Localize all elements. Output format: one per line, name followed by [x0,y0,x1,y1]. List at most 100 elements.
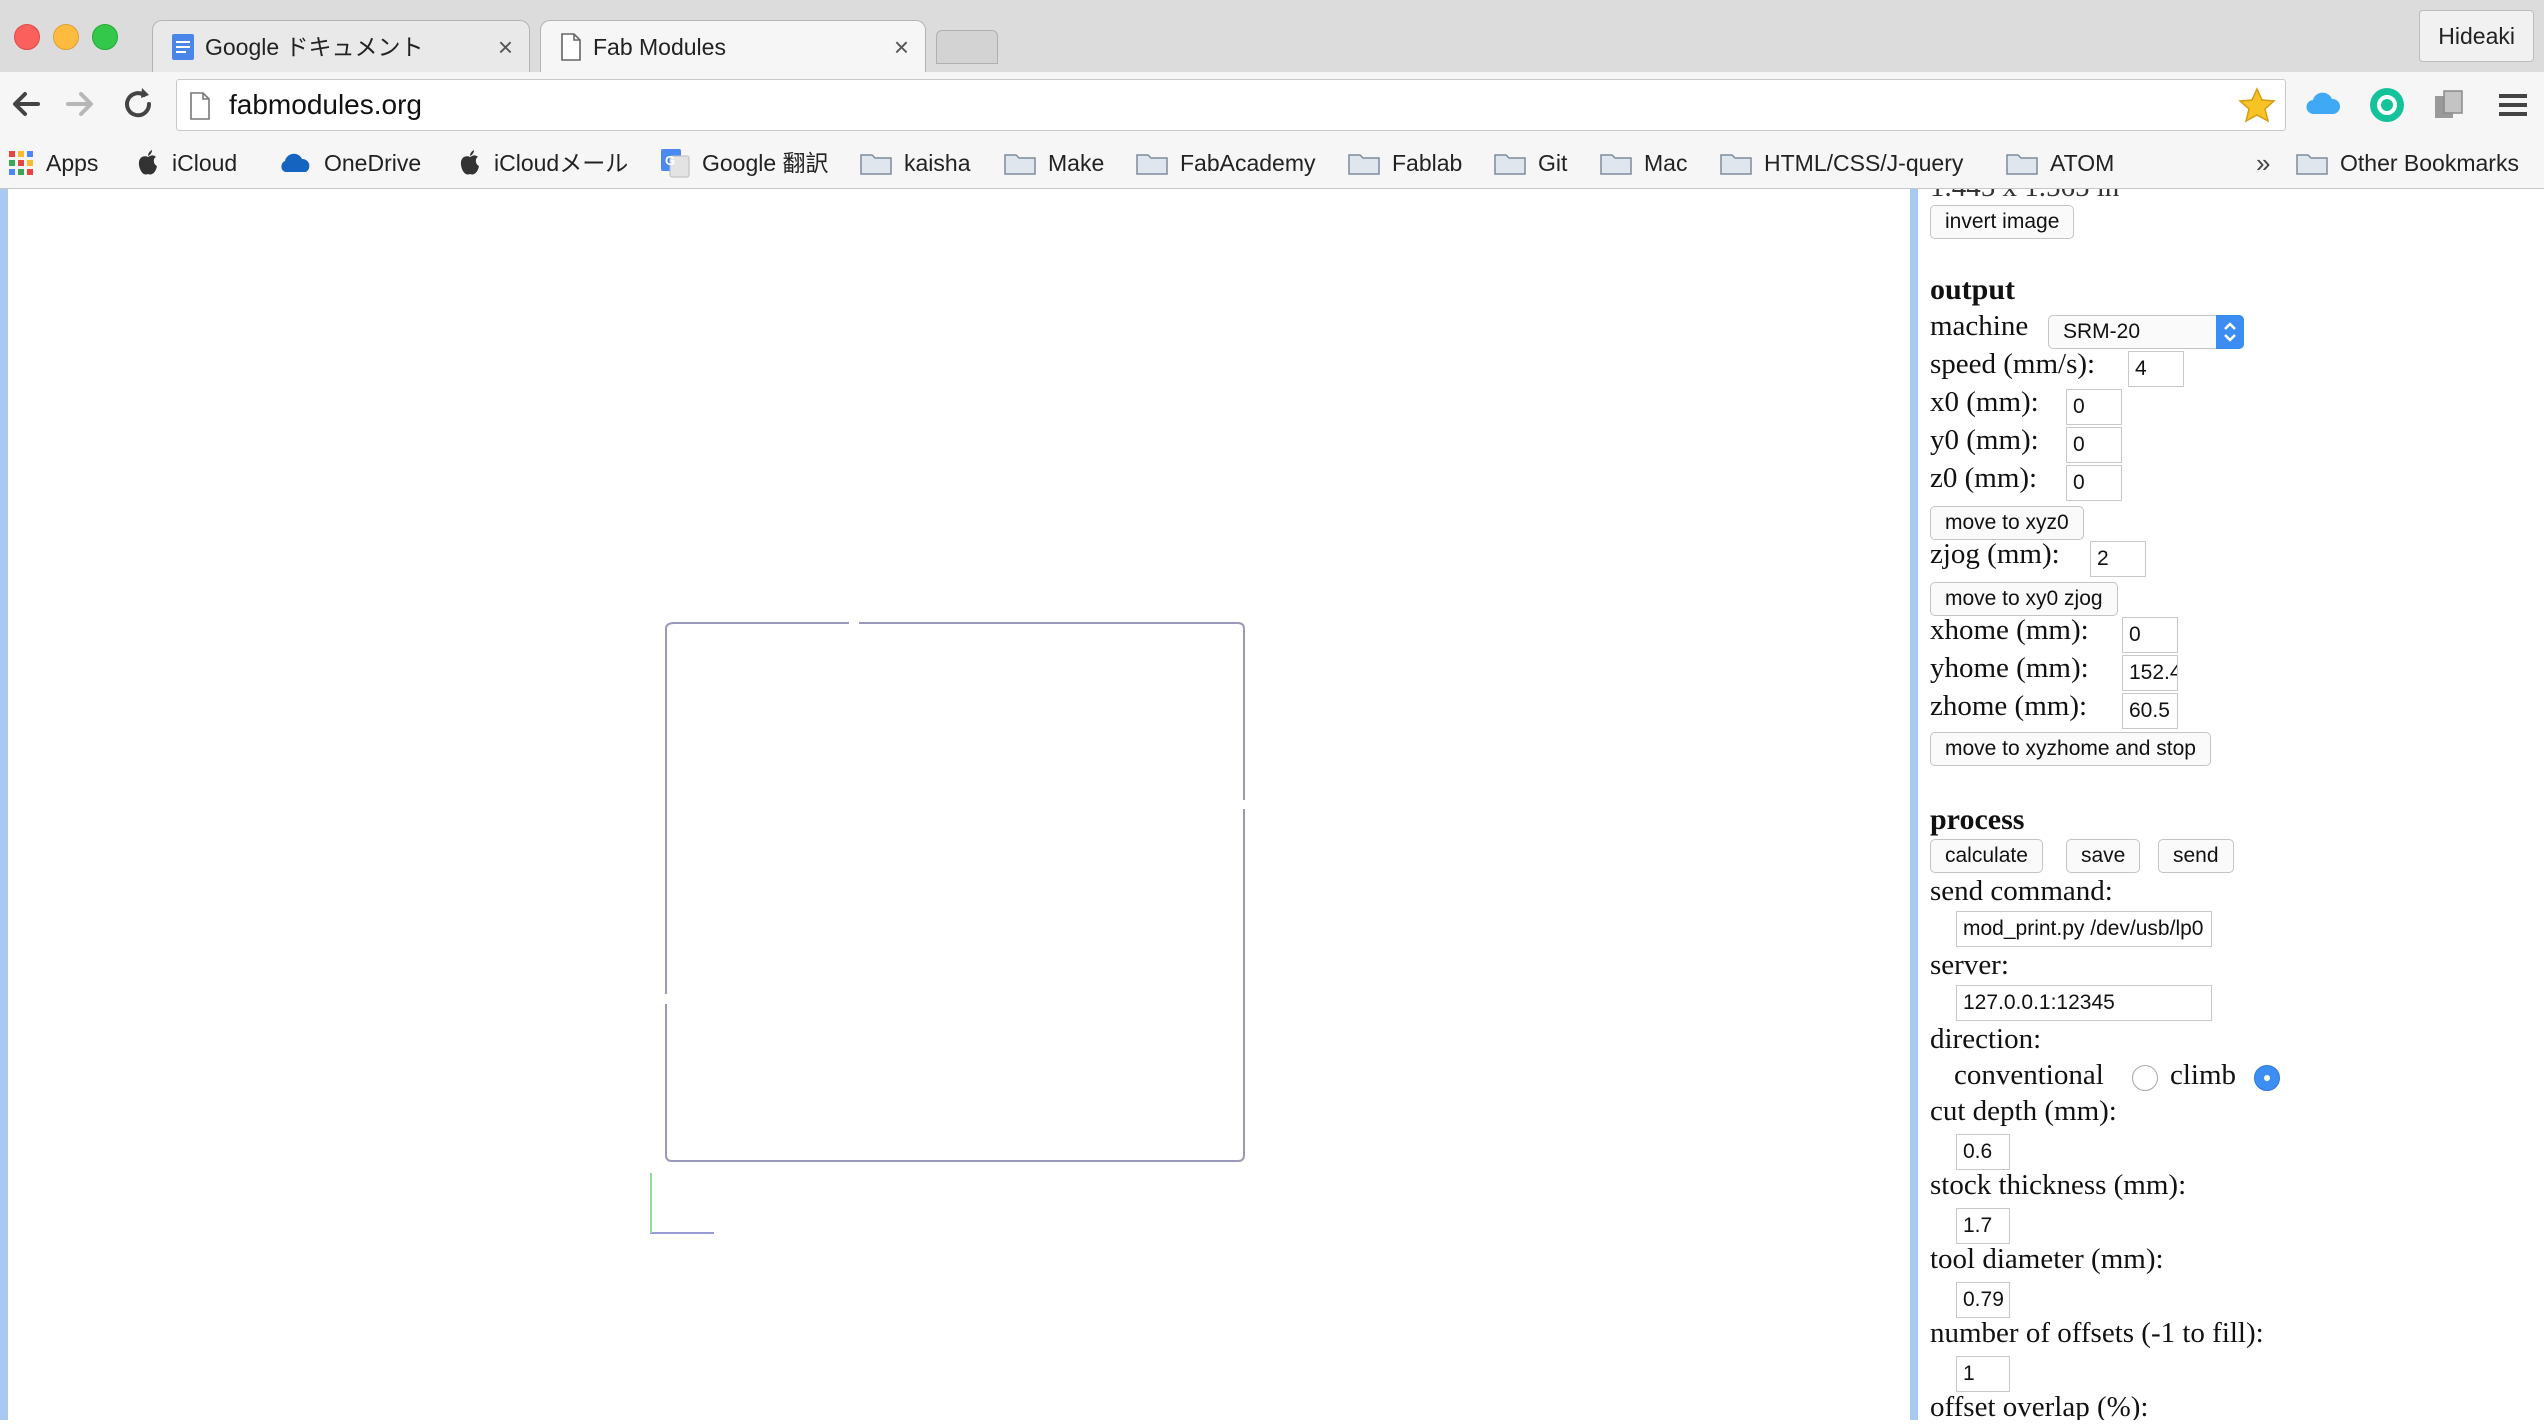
bookmark-label: OneDrive [324,150,422,176]
folder-icon [1136,154,1168,175]
address-bar[interactable]: fabmodules.org [176,79,2286,131]
tool-diameter-field[interactable]: 0.79 [1956,1282,2010,1318]
image-size-text: 1.445 x 1.565 in [1930,189,2119,204]
apple-icon [460,149,479,175]
bookmark-google-translate[interactable]: G Google 翻訳 [660,138,829,188]
origin-axes [650,1173,714,1234]
folder-icon [2006,154,2038,175]
y0-field[interactable]: 0 [2066,427,2122,463]
conventional-label: conventional [1954,1059,2104,1091]
tab-fab-modules[interactable]: Fab Modules × [540,20,926,73]
yhome-field[interactable]: 152.4 [2122,655,2178,691]
tab-google-docs[interactable]: Google ドキュメント × [152,20,530,72]
bookmark-onedrive[interactable]: OneDrive [278,138,421,188]
zhome-field[interactable]: 60.5 [2122,693,2178,729]
offset-overlap-label: offset overlap (%): [1930,1391,2149,1420]
conventional-radio[interactable] [2132,1065,2158,1091]
send-command-field[interactable]: mod_print.py /dev/usb/lp0 [1956,911,2212,947]
bookmark-folder-kaisha[interactable]: kaisha [860,138,970,188]
output-heading: output [1930,273,2016,306]
extension-icon[interactable] [2430,86,2468,124]
google-docs-icon [172,34,194,60]
calculate-button[interactable]: calculate [1930,839,2043,873]
tab-label: Fab Modules [593,34,726,60]
folder-icon [1348,154,1380,175]
x0-label: x0 (mm): [1930,386,2039,418]
y0-label: y0 (mm): [1930,424,2039,456]
bookmark-label: kaisha [904,150,971,176]
tab-close-icon[interactable]: × [498,21,513,73]
speed-field[interactable]: 4 [2128,351,2184,387]
tab-close-icon[interactable]: × [894,21,909,73]
move-to-xyzhome-button[interactable]: move to xyzhome and stop [1930,732,2211,766]
yhome-label: yhome (mm): [1930,652,2089,684]
bookmarks-bar: Apps iCloud OneDrive iCloudメール G Google … [0,138,2544,189]
zhome-label: zhome (mm): [1930,690,2088,722]
bookmark-folder-fabacademy[interactable]: FabAcademy [1136,138,1316,188]
bookmark-label: Other Bookmarks [2340,150,2519,176]
bookmark-icloud-mail[interactable]: iCloudメール [458,138,628,188]
left-edge [0,189,8,1420]
new-tab-button[interactable] [936,30,998,64]
browser-toolbar: fabmodules.org [0,72,2544,138]
bookmark-folder-atom[interactable]: ATOM [2006,138,2114,188]
bookmark-label: Google 翻訳 [702,150,829,176]
bookmark-folder-mac[interactable]: Mac [1600,138,1687,188]
bookmark-folder-html-css-jquery[interactable]: HTML/CSS/J-query [1720,138,1963,188]
bookmark-folder-fablab[interactable]: Fablab [1348,138,1462,188]
bookmarks-overflow-button[interactable]: » [2256,138,2270,188]
direction-label: direction: [1930,1023,2042,1055]
bookmark-folder-make[interactable]: Make [1004,138,1104,188]
forward-icon[interactable] [60,84,100,124]
folder-icon [2296,154,2328,175]
onedrive-icon [281,153,310,172]
panel-divider[interactable] [1910,189,1918,1420]
server-field[interactable]: 127.0.0.1:12345 [1956,985,2212,1021]
reload-icon[interactable] [118,84,158,124]
toolpath-canvas[interactable] [0,189,1910,1420]
bookmark-star-icon[interactable] [2237,86,2277,126]
invert-image-button[interactable]: invert image [1930,205,2075,239]
menu-icon[interactable] [2494,86,2532,124]
board-outline [665,622,1245,1162]
machine-label: machine [1930,310,2029,342]
url-text: fabmodules.org [229,89,423,120]
send-button[interactable]: send [2158,839,2234,873]
z0-label: z0 (mm): [1930,462,2038,494]
cut-depth-label: cut depth (mm): [1930,1095,2117,1127]
machine-select-value: SRM-20 [2063,320,2141,343]
xhome-label: xhome (mm): [1930,614,2089,646]
offsets-label: number of offsets (-1 to fill): [1930,1317,2264,1349]
climb-radio[interactable] [2254,1065,2280,1091]
zjog-label: zjog (mm): [1930,538,2060,570]
bookmark-label: Fablab [1392,150,1463,176]
z0-field[interactable]: 0 [2066,465,2122,501]
grammarly-icon[interactable] [2368,86,2406,124]
other-bookmarks[interactable]: Other Bookmarks [2296,138,2519,188]
zjog-field[interactable]: 2 [2090,541,2146,577]
x0-field[interactable]: 0 [2066,389,2122,425]
bookmark-label: HTML/CSS/J-query [1764,150,1964,176]
stock-thickness-field[interactable]: 1.7 [1956,1208,2010,1244]
save-button[interactable]: save [2066,839,2141,873]
back-icon[interactable] [6,84,46,124]
bookmark-icloud[interactable]: iCloud [136,138,237,188]
bookmark-folder-git[interactable]: Git [1494,138,1567,188]
move-to-xy0-zjog-button[interactable]: move to xy0 zjog [1930,582,2118,616]
cut-depth-field[interactable]: 0.6 [1956,1134,2010,1170]
window-minimize-button[interactable] [53,24,79,50]
move-to-xyz0-button[interactable]: move to xyz0 [1930,506,2084,540]
bookmark-label: ATOM [2050,150,2115,176]
folder-icon [1720,154,1752,175]
folder-icon [1004,154,1036,175]
icloud-icon[interactable] [2304,86,2342,124]
profile-button[interactable]: Hideaki [2419,10,2534,62]
xhome-field[interactable]: 0 [2122,617,2178,653]
window-close-button[interactable] [14,24,40,50]
tab-strip: Google ドキュメント × Fab Modules × Hideaki [0,0,2544,73]
tool-diameter-label: tool diameter (mm): [1930,1243,2164,1275]
offsets-field[interactable]: 1 [1956,1356,2010,1392]
bookmark-apps[interactable]: Apps [8,138,98,188]
window-maximize-button[interactable] [92,24,118,50]
machine-select[interactable]: SRM-20 [2048,315,2244,349]
